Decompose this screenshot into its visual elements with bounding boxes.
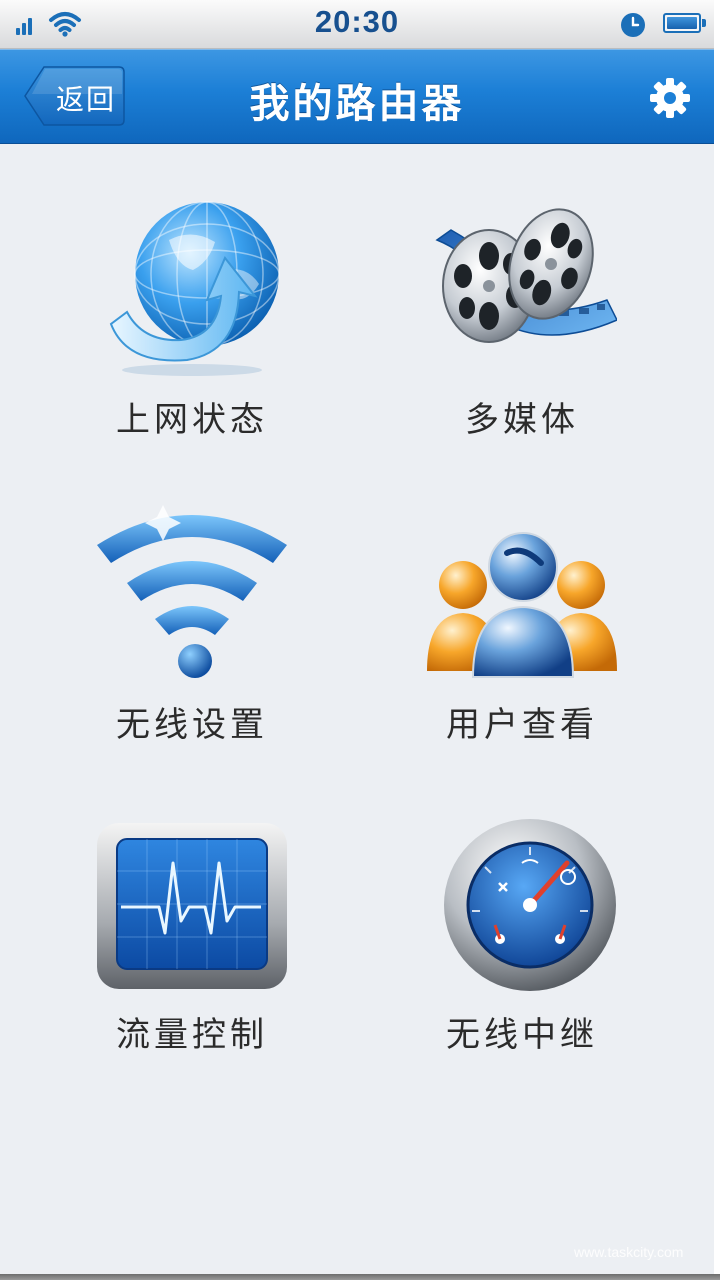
gear-icon[interactable] [648, 76, 692, 120]
watermark: www.taskcity.com [574, 1244, 684, 1260]
menu-item-label: 无线中继 [446, 1015, 598, 1055]
nav-bar: 返回 我的路由器 [0, 49, 714, 144]
frame-edge-bottom [0, 1274, 720, 1280]
monitor-pulse-icon [97, 823, 287, 989]
users-icon [427, 532, 617, 678]
menu-item-user-view[interactable]: 用户查看 [392, 505, 652, 795]
wifi-icon [97, 505, 287, 678]
globe-icon [109, 201, 280, 376]
menu-item-wireless-relay[interactable]: 无线中继 [392, 815, 652, 1105]
gauge-icon [444, 819, 616, 991]
menu-item-traffic-control[interactable]: 流量控制 [62, 815, 322, 1105]
frame-edge-right [714, 0, 720, 1280]
status-time: 20:30 [314, 4, 400, 39]
menu-item-label: 上网状态 [116, 400, 268, 440]
status-bar: 20:30 [0, 0, 714, 49]
clock-icon [621, 13, 645, 37]
menu-item-multimedia[interactable]: 多媒体 [392, 200, 652, 490]
battery-icon [663, 13, 707, 35]
menu-item-label: 无线设置 [116, 705, 268, 745]
page-title: 我的路由器 [249, 81, 465, 127]
menu-item-label: 用户查看 [446, 705, 598, 745]
menu-item-label: 多媒体 [465, 400, 579, 440]
menu-item-label: 流量控制 [116, 1015, 268, 1055]
app-screen: 20:30 返回 我的路由器 上网状态 多媒体 无线设置 用户查看 流量控制 无… [0, 0, 714, 1274]
menu-item-internet-status[interactable]: 上网状态 [62, 200, 322, 490]
menu-item-wireless-settings[interactable]: 无线设置 [62, 505, 322, 795]
film-reel-icon [435, 208, 617, 343]
